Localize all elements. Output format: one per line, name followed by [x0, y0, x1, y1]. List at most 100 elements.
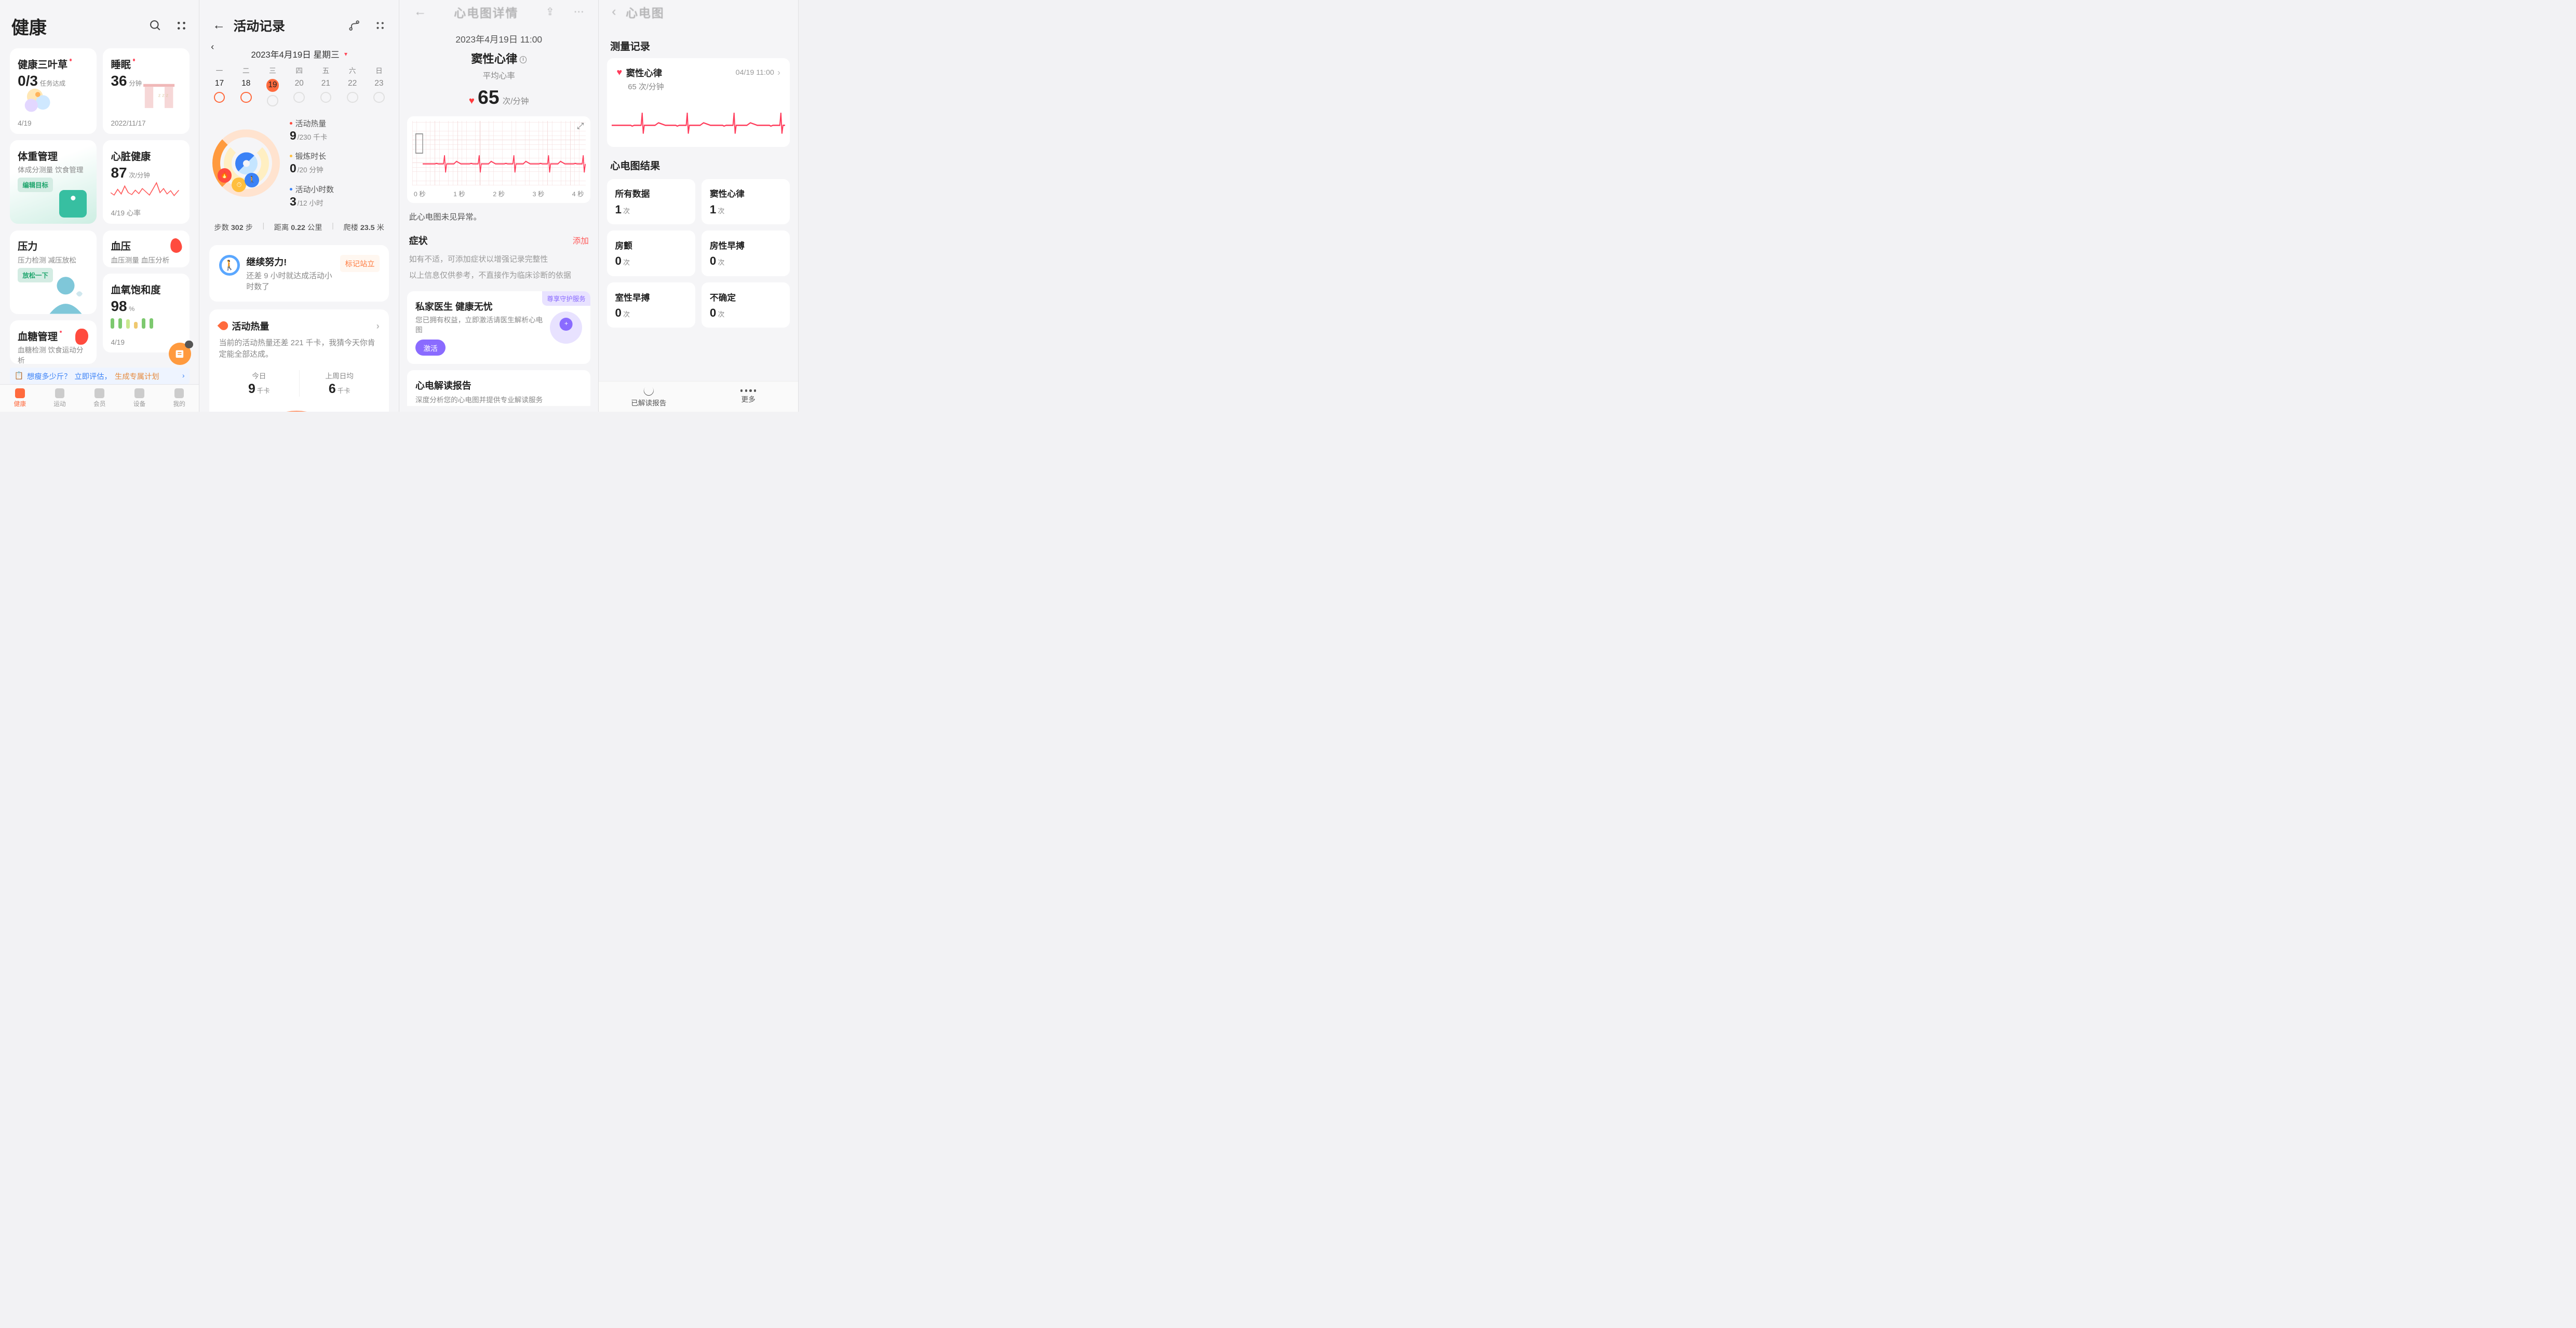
svg-text:z z z: z z z — [158, 92, 169, 98]
heart-value: 87次/分钟 — [111, 165, 181, 181]
back-button[interactable]: ‹ — [612, 5, 616, 19]
stat-calories: 活动热量 9/230 千卡 — [290, 118, 386, 143]
read-report-button[interactable]: 已解读报告 — [599, 382, 698, 412]
activate-button[interactable]: 激活 — [415, 340, 446, 356]
prev-week-button[interactable]: ‹ — [211, 41, 214, 52]
card-health-clover[interactable]: 健康三叶草 0/3任务达成 4/19 — [10, 48, 97, 133]
banner-icon: 📋 — [15, 372, 24, 380]
promo-text: 您已拥有权益，立即激活请医生解析心电图 — [415, 315, 544, 335]
symptoms-hint: 如有不适，可添加症状以增强记录完整性 — [399, 254, 598, 270]
nav-health[interactable]: 健康 — [0, 385, 40, 412]
heart-rate-value: ♥ 65 次/分钟 — [399, 81, 598, 116]
card-spo2[interactable]: 血氧饱和度 98% 4/19 — [103, 274, 190, 353]
doctor-avatar-icon — [550, 311, 582, 344]
spo2-sparkline — [111, 315, 181, 332]
edit-goal-button[interactable]: 编辑目标 — [18, 178, 53, 192]
back-button[interactable]: ← — [414, 5, 427, 19]
calendar-day[interactable]: 四20 — [290, 65, 309, 106]
card-stress[interactable]: 压力 压力检测 减压放松 放松一下 — [10, 231, 97, 314]
card-blood-pressure[interactable]: 血压 血压测量 血压分析 — [103, 231, 190, 267]
floating-action-button[interactable] — [169, 343, 191, 365]
date-picker[interactable]: 2023年4月19日 星期三▾ — [199, 41, 398, 63]
metric-stairs: 爬楼 23.5 米 — [343, 222, 384, 233]
nav-member[interactable]: 会员 — [79, 385, 119, 412]
ecg-finding: 此心电图未见异常。 — [399, 203, 598, 227]
calendar-day[interactable]: 一17 — [210, 65, 229, 106]
ecg-preview — [612, 100, 785, 142]
encouragement-card: 🚶 继续努力! 还差 9 小时就达成活动小时数了 标记站立 — [209, 245, 389, 301]
run-icon — [55, 388, 65, 398]
activity-heat-card[interactable]: 活动热量 › 当前的活动热量还差 221 千卡，我猜今天你肯定能全部达成。 今日… — [209, 309, 389, 412]
back-button[interactable]: ← — [212, 18, 225, 33]
nav-device[interactable]: 设备 — [119, 385, 159, 412]
results-title: 心电图结果 — [599, 147, 798, 179]
screen-activity-record: ← 活动记录 ‹ 2023年4月19日 星期三▾ 一17 二18 三19 四20 五21… — [199, 0, 399, 412]
card-heart-health[interactable]: 心脏健康 87次/分钟 4/19 心率 — [103, 140, 190, 224]
share-icon[interactable]: ⇪ — [546, 6, 555, 18]
calendar-day[interactable]: 六22 — [343, 65, 362, 106]
ecg-report-card[interactable]: 心电解读报告 深度分析您的心电图并提供专业解读服务 — [407, 370, 590, 406]
person-icon — [174, 388, 184, 398]
route-icon[interactable] — [348, 20, 360, 31]
card-subtitle: 血压测量 血压分析 — [111, 254, 181, 265]
avg-hr-label: 平均心率 — [399, 68, 598, 81]
spo2-value: 98% — [111, 298, 181, 315]
calendar-day[interactable]: 二18 — [236, 65, 255, 106]
weight-loss-banner[interactable]: 📋 想瘦多少斤？ 立即评估， 生成专属计划 › — [10, 368, 190, 384]
timestamp: 2023年4月19日 11:00 — [399, 25, 598, 48]
card-title: 睡眠 — [111, 57, 181, 71]
ecg-chart-card[interactable]: ⤢ 0 秒1 秒2 秒3 秒4 秒 — [407, 116, 590, 203]
activity-rings-row: 🔥 ⏱ 🚶 活动热量 9/230 千卡 锻炼时长 0/20 分钟 活动小时数 3… — [209, 113, 389, 217]
calendar-strip: 一17 二18 三19 四20 五21 六22 日23 — [199, 63, 398, 113]
search-icon[interactable] — [149, 19, 162, 32]
card-subtitle: 体成分测量 饮食管理 — [18, 164, 88, 174]
info-icon[interactable]: i — [520, 56, 527, 63]
result-cell[interactable]: 所有数据1次 — [607, 179, 695, 224]
nav-me[interactable]: 我的 — [159, 385, 199, 412]
heart-icon: ♥ — [469, 95, 475, 106]
heart-icon: ♥ — [617, 67, 623, 78]
result-cell[interactable]: 房性早搏0次 — [702, 231, 790, 276]
watch-icon — [134, 388, 144, 398]
more-icon — [740, 389, 756, 391]
ecg-record-card[interactable]: ♥ 窦性心律 04/19 11:00 › 65 次/分钟 — [607, 58, 790, 147]
doctor-promo-card[interactable]: 尊享守护服务 私家医生 健康无忧 您已拥有权益，立即激活请医生解析心电图 激活 — [407, 291, 590, 364]
nav-sport[interactable]: 运动 — [40, 385, 80, 412]
result-cell[interactable]: 室性早搏0次 — [607, 282, 695, 328]
result-cell[interactable]: 不确定0次 — [702, 282, 790, 328]
metric-steps: 步数 302 步 — [214, 222, 253, 233]
mark-stand-button[interactable]: 标记站立 — [340, 255, 380, 272]
metric-distance: 距离 0.22 公里 — [274, 222, 322, 233]
more-icon[interactable]: ⋯ — [574, 6, 584, 18]
calendar-day[interactable]: 日23 — [369, 65, 388, 106]
bottom-nav: 健康 运动 会员 设备 我的 — [0, 384, 199, 412]
card-weight[interactable]: 体重管理 体成分测量 饮食管理 编辑目标 — [10, 140, 97, 224]
card-title: 压力 — [18, 238, 88, 253]
today-value: 今日 9千卡 — [219, 370, 299, 397]
result-cell[interactable]: 房颤0次 — [607, 231, 695, 276]
screen-health-dashboard: 健康 健康三叶草 0/3任务达成 4/19 体重管理 体 — [0, 0, 199, 412]
more-icon[interactable] — [374, 20, 386, 31]
card-sleep[interactable]: 睡眠 36分钟 z z z 2022/11/17 — [103, 48, 190, 133]
header: ‹ 心电图 — [599, 0, 798, 29]
record-hr: 65 次/分钟 — [607, 80, 790, 97]
avg-value: 上周日均 6千卡 — [300, 370, 380, 397]
chevron-right-icon: › — [777, 67, 780, 78]
screen-ecg-detail: ← 心电图详情 ⇪ ⋯ 2023年4月19日 11:00 窦性心律i 平均心率 … — [399, 0, 599, 412]
disclaimer: 以上信息仅供参考，不直接作为临床诊断的依据 — [399, 270, 598, 287]
result-cell[interactable]: 窦性心律1次 — [702, 179, 790, 224]
promo-title: 私家医生 健康无忧 — [415, 300, 544, 313]
card-blood-sugar[interactable]: 血糖管理 血糖检测 饮食运动分析 — [10, 320, 97, 364]
ecg-waveform — [412, 121, 586, 185]
add-symptom-button[interactable]: 添加 — [573, 235, 589, 246]
page-title: 健康 — [11, 13, 150, 39]
more-button[interactable]: 更多 — [698, 382, 798, 412]
header: ← 活动记录 — [199, 0, 398, 41]
card-subtitle: 血糖检测 饮食运动分析 — [18, 344, 88, 365]
heart-icon — [15, 388, 25, 398]
heat-trend-chart — [219, 397, 348, 412]
card-subtitle: 压力检测 减压放松 — [18, 254, 88, 265]
calendar-day[interactable]: 五21 — [316, 65, 335, 106]
more-icon[interactable] — [175, 19, 188, 32]
calendar-day[interactable]: 三19 — [263, 65, 282, 106]
